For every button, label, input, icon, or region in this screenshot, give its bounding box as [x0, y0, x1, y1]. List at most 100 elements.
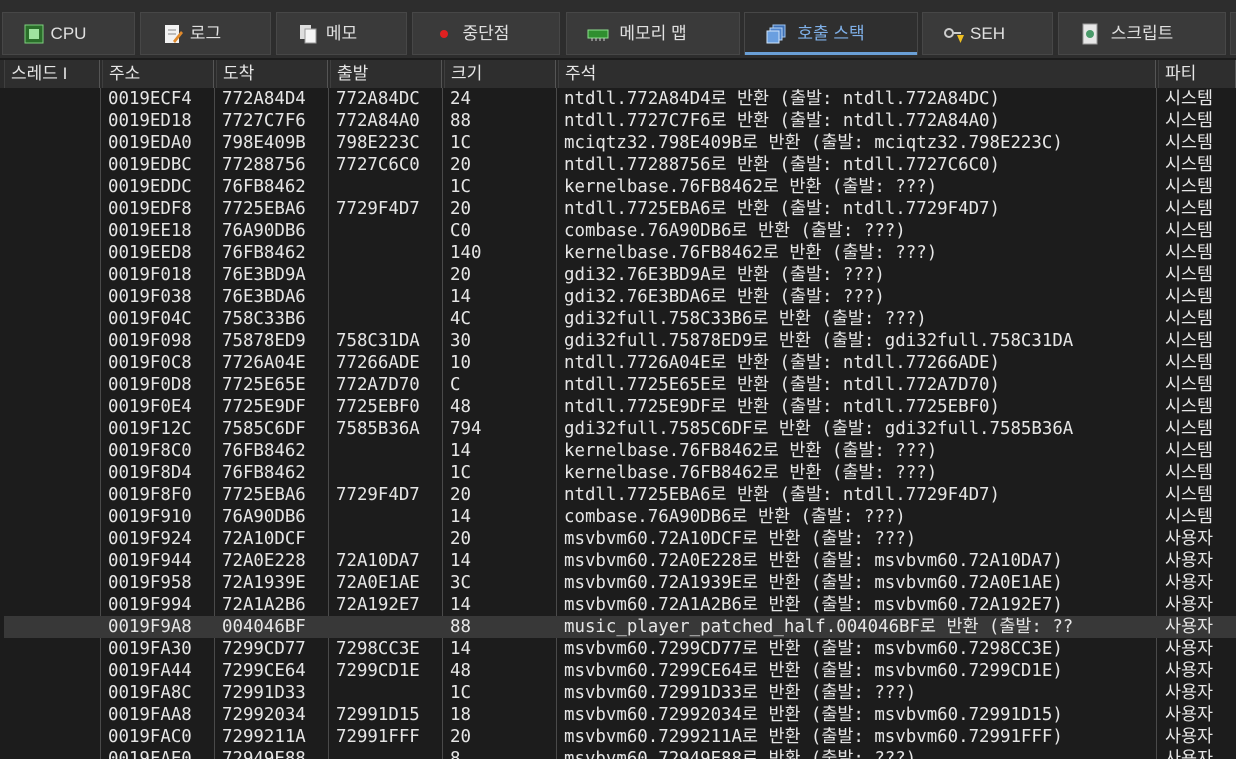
table-row[interactable]: 0019F098 75878ED9 758C31DA 30 gdi32full.7587…	[0, 330, 1236, 352]
from-cell: 77266ADE	[336, 353, 420, 373]
column-from[interactable]: 출발	[330, 60, 442, 88]
party-cell: 시스템	[1165, 221, 1213, 241]
from-cell: 72991FFF	[336, 727, 420, 747]
table-row[interactable]: 0019F8C0 76FB8462 14 kernelbase.76FB8462로 반…	[0, 440, 1236, 462]
table-row[interactable]: 0019EE18 76A90DB6 C0 combase.76A90DB6로 반환 (…	[0, 220, 1236, 242]
tab-notes[interactable]: 메모	[276, 12, 407, 55]
table-row[interactable]: 0019EDDC 76FB8462 1C kernelbase.76FB8462로 반…	[0, 176, 1236, 198]
party-cell: 시스템	[1165, 177, 1213, 197]
table-row[interactable]: 0019EED8 76FB8462 140 kernelbase.76FB8462로 …	[0, 242, 1236, 264]
column-comment[interactable]: 주석	[558, 60, 1156, 88]
size-cell: 3C	[450, 573, 471, 593]
size-cell: 4C	[450, 309, 471, 329]
table-row[interactable]: 0019F8F0 7725EBA6 7729F4D7 20 ntdll.7725EBA6…	[0, 484, 1236, 506]
column-to[interactable]: 도착	[216, 60, 328, 88]
address-cell: 0019F8C0	[108, 441, 192, 461]
party-cell: 시스템	[1165, 309, 1213, 329]
to-cell: 77288756	[222, 155, 306, 175]
size-cell: 14	[450, 595, 471, 615]
address-cell: 0019F04C	[108, 309, 192, 329]
address-cell: 0019F944	[108, 551, 192, 571]
table-row[interactable]: 0019F910 76A90DB6 14 combase.76A90DB6로 반환 (…	[0, 506, 1236, 528]
party-cell: 사용자	[1165, 727, 1213, 747]
tab-seh[interactable]: SEH	[922, 12, 1053, 55]
address-cell: 0019ED18	[108, 111, 192, 131]
comment-cell: msvbvm60.72992034로 반환 (출발: msvbvm60.7299…	[564, 705, 1063, 725]
tab-call-stack[interactable]: 호출 스택	[744, 12, 918, 55]
to-cell: 7725E65E	[222, 375, 306, 395]
table-row[interactable]: 0019F924 72A10DCF 20 msvbvm60.72A10DCF로 반환 …	[0, 528, 1236, 550]
tab-overflow[interactable]	[1230, 12, 1236, 55]
address-cell: 0019EDDC	[108, 177, 192, 197]
table-row[interactable]: 0019EDBC 77288756 7727C6C0 20 ntdll.77288756…	[0, 154, 1236, 176]
table-row[interactable]: 0019FA8C 72991D33 1C msvbvm60.72991D33로 반환 …	[0, 682, 1236, 704]
table-row[interactable]: 0019F04C 758C33B6 4C gdi32full.758C33B6로 반환…	[0, 308, 1236, 330]
table-row[interactable]: 0019F8D4 76FB8462 1C kernelbase.76FB8462로 반…	[0, 462, 1236, 484]
table-row[interactable]: 0019FA44 7299CE64 7299CD1E 48 msvbvm60.7299C…	[0, 660, 1236, 682]
address-cell: 0019F958	[108, 573, 192, 593]
address-cell: 0019F8F0	[108, 485, 192, 505]
address-cell: 0019FA30	[108, 639, 192, 659]
table-row[interactable]: 0019F958 72A1939E 72A0E1AE 3C msvbvm60.72A19…	[0, 572, 1236, 594]
comment-cell: msvbvm60.7299CE64로 반환 (출발: msvbvm60.7299…	[564, 661, 1063, 681]
to-cell: 7725E9DF	[222, 397, 306, 417]
tab-breakpoints[interactable]: 중단점	[412, 12, 560, 55]
table-row[interactable]: 0019F0C8 7726A04E 77266ADE 10 ntdll.7726A04E…	[0, 352, 1236, 374]
to-cell: 7725EBA6	[222, 199, 306, 219]
to-cell: 76FB8462	[222, 441, 306, 461]
from-cell: 72A192E7	[336, 595, 420, 615]
comment-cell: ntdll.7726A04E로 반환 (출발: ntdll.77266ADE)	[564, 353, 1000, 373]
table-row[interactable]: 0019FAE0 72949E88 8 msvbvm60.72949E88로 반환 (…	[0, 748, 1236, 759]
table-row[interactable]: 0019FAA8 72992034 72991D15 18 msvbvm60.72992…	[0, 704, 1236, 726]
table-row[interactable]: 0019FA30 7299CD77 7298CC3E 14 msvbvm60.7299C…	[0, 638, 1236, 660]
tab-bar: CPU 로그 메모 중단점 메모리 맵 호출 스택 SEH 스크립트	[0, 0, 1236, 58]
comment-cell: msvbvm60.72949E88로 반환 (출발: ???)	[564, 749, 917, 759]
from-cell: 7298CC3E	[336, 639, 420, 659]
to-cell: 72991D33	[222, 683, 306, 703]
column-party[interactable]: 파티	[1158, 60, 1236, 88]
tab-memory-map[interactable]: 메모리 맵	[566, 12, 740, 55]
comment-cell: ntdll.7725EBA6로 반환 (출발: ntdll.7729F4D7)	[564, 485, 1000, 505]
table-row[interactable]: 0019ECF4 772A84D4 772A84DC 24 ntdll.772A84D4…	[0, 88, 1236, 110]
address-cell: 0019EE18	[108, 221, 192, 241]
column-size[interactable]: 크기	[444, 60, 556, 88]
from-cell: 7585B36A	[336, 419, 420, 439]
from-cell: 7729F4D7	[336, 199, 420, 219]
size-cell: 140	[450, 243, 482, 263]
column-address[interactable]: 주소	[102, 60, 214, 88]
table-row[interactable]: 0019EDA0 798E409B 798E223C 1C mciqtz32.798E4…	[0, 132, 1236, 154]
table-row[interactable]: 0019F994 72A1A2B6 72A192E7 14 msvbvm60.72A1A…	[0, 594, 1236, 616]
size-cell: 48	[450, 661, 471, 681]
table-row-selected[interactable]: 0019F9A8 004046BF 88 music_player_patched_h…	[4, 616, 1236, 638]
address-cell: 0019ECF4	[108, 89, 192, 109]
party-cell: 시스템	[1165, 133, 1213, 153]
tab-label: 중단점	[462, 24, 510, 43]
tab-script[interactable]: 스크립트	[1058, 12, 1226, 55]
column-header: 스레드 I 주소 도착 출발 크기 주석 파티	[0, 60, 1236, 88]
call-stack-table[interactable]: 0019ECF4 772A84D4 772A84DC 24 ntdll.772A84D4…	[0, 88, 1236, 759]
table-row[interactable]: 0019F018 76E3BD9A 20 gdi32.76E3BD9A로 반환 (출발…	[0, 264, 1236, 286]
to-cell: 76FB8462	[222, 177, 306, 197]
party-cell: 시스템	[1165, 287, 1213, 307]
table-row[interactable]: 0019ED18 7727C7F6 772A84A0 88 ntdll.7727C7F6…	[0, 110, 1236, 132]
table-row[interactable]: 0019F0E4 7725E9DF 7725EBF0 48 ntdll.7725E9DF…	[0, 396, 1236, 418]
table-row[interactable]: 0019EDF8 7725EBA6 7729F4D7 20 ntdll.7725EBA6…	[0, 198, 1236, 220]
to-cell: 72A1939E	[222, 573, 306, 593]
comment-cell: ntdll.772A84D4로 반환 (출발: ntdll.772A84DC)	[564, 89, 1000, 109]
comment-cell: gdi32full.75878ED9로 반환 (출발: gdi32full.75…	[564, 331, 1074, 351]
size-cell: 30	[450, 331, 471, 351]
size-cell: 8	[450, 749, 461, 759]
table-row[interactable]: 0019F12C 7585C6DF 7585B36A 794 gdi32full.758…	[0, 418, 1236, 440]
table-row[interactable]: 0019F0D8 7725E65E 772A7D70 Cntdll.7725E65E로…	[0, 374, 1236, 396]
tab-label: CPU	[50, 24, 87, 43]
to-cell: 76A90DB6	[222, 507, 306, 527]
address-cell: 0019EDF8	[108, 199, 192, 219]
to-cell: 76E3BD9A	[222, 265, 306, 285]
table-row[interactable]: 0019FAC0 7299211A 72991FFF 20 msvbvm60.72992…	[0, 726, 1236, 748]
tab-cpu[interactable]: CPU	[2, 12, 135, 55]
column-thread[interactable]: 스레드 I	[4, 60, 100, 88]
comment-cell: msvbvm60.72A1939E로 반환 (출발: msvbvm60.72A0…	[564, 573, 1063, 593]
table-row[interactable]: 0019F038 76E3BDA6 14 gdi32.76E3BDA6로 반환 (출발…	[0, 286, 1236, 308]
table-row[interactable]: 0019F944 72A0E228 72A10DA7 14 msvbvm60.72A0E…	[0, 550, 1236, 572]
tab-log[interactable]: 로그	[140, 12, 271, 55]
